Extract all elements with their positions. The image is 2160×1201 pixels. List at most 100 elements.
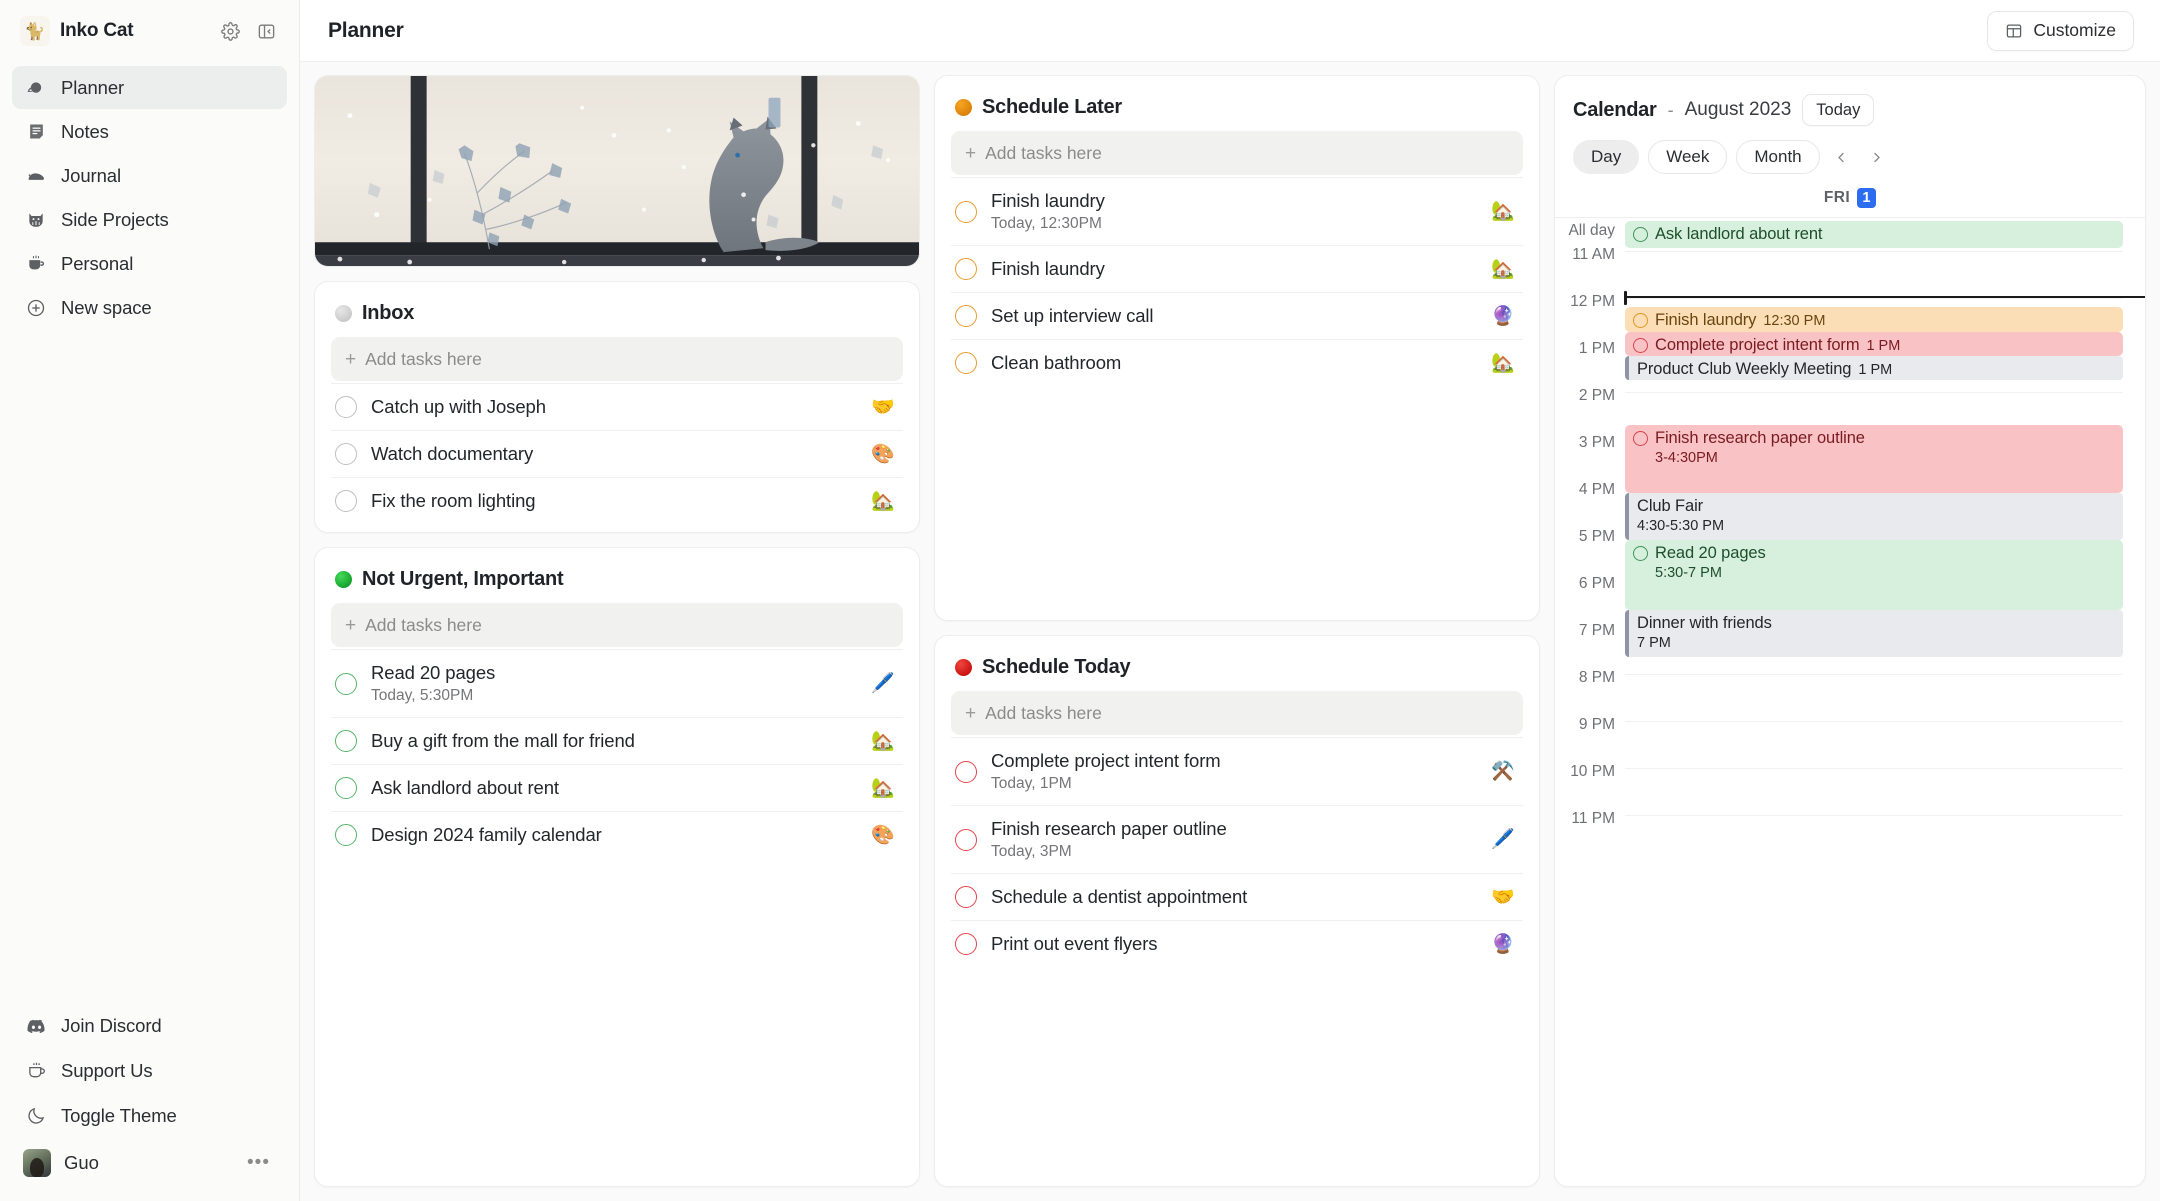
workspace-header[interactable]: 🐈 Inko Cat — [12, 0, 287, 62]
task-due: Today, 12:30PM — [991, 215, 1102, 232]
hour-row: 9 PM — [1555, 716, 2145, 768]
sidebar-item-join-discord[interactable]: Join Discord — [12, 1004, 287, 1048]
list-card-schedule-later: Schedule Later + Add tasks here Finish l… — [934, 75, 1540, 621]
task-row[interactable]: Ask landlord about rent 🏡 — [331, 764, 903, 811]
task-checkbox[interactable] — [335, 777, 357, 799]
task-checkbox[interactable] — [335, 672, 357, 695]
calendar-separator: - — [1667, 99, 1674, 120]
task-row[interactable]: Schedule a dentist appointment 🤝 — [951, 873, 1523, 920]
list-title: Schedule Today — [982, 656, 1131, 678]
task-row[interactable]: Watch documentary 🎨 — [331, 430, 903, 477]
calendar-event[interactable]: Product Club Weekly Meeting 1 PM — [1625, 356, 2123, 380]
task-checkbox[interactable] — [955, 200, 977, 223]
hour-track[interactable] — [1625, 815, 2123, 862]
hour-track[interactable] — [1625, 768, 2123, 815]
task-row[interactable]: Finish research paper outline Today, 3PM… — [951, 805, 1523, 873]
hour-label: 7 PM — [1578, 622, 1615, 639]
event-checkbox[interactable] — [1633, 313, 1648, 328]
event-checkbox[interactable] — [1633, 227, 1648, 242]
hour-track[interactable] — [1625, 721, 2123, 768]
calendar-event[interactable]: Finish research paper outline 3-4:30PM — [1625, 425, 2123, 493]
task-title: Catch up with Joseph — [371, 396, 546, 417]
task-row[interactable]: Buy a gift from the mall for friend 🏡 — [331, 717, 903, 764]
add-task-input[interactable]: + Add tasks here — [951, 131, 1523, 175]
calendar-event[interactable]: Dinner with friends 7 PM — [1625, 610, 2123, 657]
hour-label: 2 PM — [1578, 387, 1615, 404]
calendar-day-header: FRI 1 — [1555, 174, 2145, 217]
add-task-input[interactable]: + Add tasks here — [331, 603, 903, 647]
task-checkbox[interactable] — [955, 886, 977, 908]
status-dot-red — [955, 659, 972, 676]
task-checkbox[interactable] — [955, 305, 977, 327]
gear-icon[interactable] — [217, 18, 243, 44]
chevron-right-icon[interactable] — [1864, 142, 1890, 172]
event-checkbox[interactable] — [1633, 338, 1648, 353]
sidebar-item-planner[interactable]: Planner — [12, 66, 287, 109]
calendar-event[interactable]: Read 20 pages 5:30-7 PM — [1625, 540, 2123, 610]
ellipsis-icon[interactable]: ••• — [247, 1152, 276, 1174]
today-button[interactable]: Today — [1802, 94, 1875, 126]
sidebar-item-label: Notes — [61, 120, 109, 142]
hour-track[interactable] — [1625, 674, 2123, 721]
sidebar-item-support-us[interactable]: Support Us — [12, 1049, 287, 1093]
hour-track[interactable] — [1625, 251, 2123, 298]
event-title: Product Club Weekly Meeting — [1637, 360, 1852, 378]
board-column-calendar: Calendar - August 2023 Today Day Week Mo… — [1554, 75, 2146, 1187]
task-title: Fix the room lighting — [371, 490, 536, 511]
sidebar-item-label: Toggle Theme — [61, 1105, 177, 1126]
sidebar-item-journal[interactable]: Journal — [12, 154, 287, 197]
sidebar-item-notes[interactable]: Notes — [12, 110, 287, 153]
hour-label: 4 PM — [1578, 481, 1615, 498]
task-row[interactable]: Read 20 pages Today, 5:30PM 🖊️ — [331, 649, 903, 717]
tab-week[interactable]: Week — [1648, 140, 1728, 174]
sidebar-item-toggle-theme[interactable]: Toggle Theme — [12, 1094, 287, 1138]
task-checkbox[interactable] — [335, 396, 357, 418]
sidebar-item-personal[interactable]: Personal — [12, 242, 287, 285]
task-checkbox[interactable] — [335, 824, 357, 846]
event-line: Club Fair — [1637, 497, 2115, 516]
calendar-body: All day Ask landlord about rent 11 AM 12… — [1555, 217, 2145, 1186]
task-checkbox[interactable] — [955, 352, 977, 374]
event-time: 7 PM — [1637, 635, 1671, 651]
calendar-event[interactable]: Complete project intent form 1 PM — [1625, 332, 2123, 356]
plus-icon: + — [965, 702, 977, 724]
task-checkbox[interactable] — [955, 760, 977, 783]
task-checkbox[interactable] — [335, 490, 357, 512]
calendar-event[interactable]: Club Fair 4:30-5:30 PM — [1625, 493, 2123, 540]
task-row[interactable]: Finish laundry 🏡 — [951, 245, 1523, 292]
task-checkbox[interactable] — [955, 258, 977, 280]
event-checkbox[interactable] — [1633, 546, 1648, 561]
sidebar-item-new-space[interactable]: New space — [12, 286, 287, 329]
task-title: Print out event flyers — [991, 933, 1158, 954]
sidebar-item-side-projects[interactable]: Side Projects — [12, 198, 287, 241]
chevron-left-icon[interactable] — [1829, 142, 1855, 172]
task-row[interactable]: Complete project intent form Today, 1PM … — [951, 737, 1523, 805]
all-day-track[interactable]: Ask landlord about rent — [1625, 218, 2145, 251]
task-checkbox[interactable] — [335, 730, 357, 752]
task-row[interactable]: Print out event flyers 🔮 — [951, 920, 1523, 967]
user-account-row[interactable]: Guo ••• — [12, 1139, 287, 1187]
task-row[interactable]: Catch up with Joseph 🤝 — [331, 383, 903, 430]
event-title: Complete project intent form — [1655, 336, 1860, 354]
task-checkbox[interactable] — [955, 828, 977, 851]
sidebar-item-label: Planner — [61, 76, 125, 98]
event-time: 5:30-7 PM — [1655, 565, 1722, 581]
event-checkbox[interactable] — [1633, 431, 1648, 446]
task-title: Schedule a dentist appointment — [991, 886, 1248, 907]
task-checkbox[interactable] — [955, 933, 977, 955]
customize-button[interactable]: Customize — [1987, 10, 2134, 51]
task-row[interactable]: Design 2024 family calendar 🎨 — [331, 811, 903, 858]
tab-day[interactable]: Day — [1573, 140, 1640, 174]
task-row[interactable]: Finish laundry Today, 12:30PM 🏡 — [951, 177, 1523, 245]
calendar-event[interactable]: Finish laundry 12:30 PM — [1625, 307, 2123, 332]
task-row[interactable]: Fix the room lighting 🏡 — [331, 477, 903, 524]
add-task-input[interactable]: + Add tasks here — [331, 337, 903, 381]
add-task-input[interactable]: + Add tasks here — [951, 691, 1523, 735]
task-row[interactable]: Clean bathroom 🏡 — [951, 339, 1523, 386]
calendar-event-allday[interactable]: Ask landlord about rent — [1625, 221, 2123, 248]
tab-month[interactable]: Month — [1736, 140, 1820, 174]
list-header: Schedule Today — [951, 650, 1523, 691]
task-row[interactable]: Set up interview call 🔮 — [951, 292, 1523, 339]
sidebar-collapse-icon[interactable] — [253, 18, 279, 44]
task-checkbox[interactable] — [335, 443, 357, 465]
